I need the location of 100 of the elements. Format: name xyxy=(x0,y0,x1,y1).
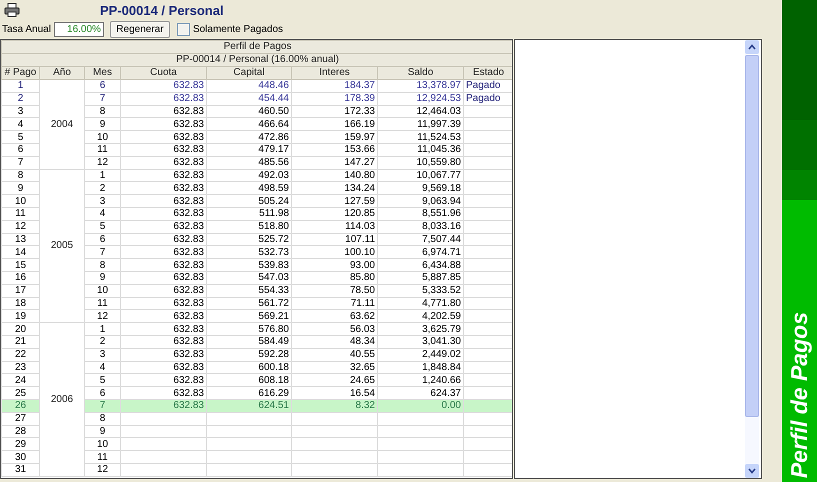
table-cell: 554.33 xyxy=(206,284,292,298)
table-cell: 12,924.53 xyxy=(378,92,464,106)
year-cell: 2005 xyxy=(40,169,84,323)
table-cell: 71.11 xyxy=(292,297,378,310)
table-cell: 8,033.16 xyxy=(378,220,464,234)
table-cell: 632.83 xyxy=(120,233,206,246)
column-header: Cuota xyxy=(120,66,206,80)
regenerate-button[interactable]: Regenerar xyxy=(110,20,170,38)
table-cell: 632.83 xyxy=(120,143,206,156)
table-cell: 6 xyxy=(84,233,120,246)
table-cell: 13 xyxy=(2,233,40,246)
table-cell: 608.18 xyxy=(206,374,292,387)
table-cell: 30 xyxy=(2,450,40,464)
table-cell: 100.10 xyxy=(292,246,378,259)
scroll-down-icon[interactable] xyxy=(745,464,759,478)
table-cell: 547.03 xyxy=(206,271,292,284)
scrollbar[interactable] xyxy=(745,40,759,478)
table-cell: 178.39 xyxy=(292,92,378,106)
table-cell: 2 xyxy=(84,335,120,348)
table-cell: 632.83 xyxy=(120,374,206,387)
table-cell: 11 xyxy=(2,207,40,220)
table-cell: 454.44 xyxy=(206,92,292,106)
table-cell: 166.19 xyxy=(292,118,378,131)
table-cell: 9 xyxy=(84,425,120,438)
table-cell: 12 xyxy=(84,156,120,170)
rate-field[interactable]: 16.00% xyxy=(54,22,104,36)
table-cell: 5 xyxy=(84,374,120,387)
table-cell: 11,045.36 xyxy=(378,143,464,156)
table-cell: 2,449.02 xyxy=(378,348,464,362)
table-cell: 17 xyxy=(2,284,40,298)
table-cell: 9,569.18 xyxy=(378,182,464,195)
table-cell: 9 xyxy=(84,118,120,131)
table-cell: 56.03 xyxy=(292,322,378,336)
table-title: Perfil de Pagos xyxy=(2,40,512,54)
table-cell: 25 xyxy=(2,386,40,400)
table-cell: 632.83 xyxy=(120,271,206,284)
table-cell: 561.72 xyxy=(206,297,292,310)
table-cell: 3 xyxy=(84,194,120,208)
table-cell: 466.64 xyxy=(206,118,292,131)
table-cell: 479.17 xyxy=(206,143,292,156)
table-cell: 5,887.85 xyxy=(378,271,464,284)
table-cell: 12 xyxy=(2,220,40,234)
table-cell: 140.80 xyxy=(292,169,378,182)
checkbox[interactable] xyxy=(176,22,190,36)
table-cell: 632.83 xyxy=(120,182,206,195)
table-cell: 1,240.66 xyxy=(378,374,464,387)
table-cell: 10 xyxy=(2,194,40,208)
table-cell: 16.54 xyxy=(292,386,378,400)
table-cell: 632.83 xyxy=(120,361,206,374)
table-cell: 632.83 xyxy=(120,207,206,220)
table-cell: 48.34 xyxy=(292,335,378,348)
table-cell: 6 xyxy=(84,80,120,92)
column-header: # Pago xyxy=(2,66,40,80)
table-cell: 4,202.59 xyxy=(378,310,464,323)
table-cell: 632.83 xyxy=(120,80,206,92)
scroll-up-icon[interactable] xyxy=(745,40,759,54)
table-cell: 107.11 xyxy=(292,233,378,246)
table-cell: 3 xyxy=(2,105,40,118)
year-cell: 2004 xyxy=(40,80,84,170)
table-cell: 632.83 xyxy=(120,258,206,272)
table-cell: 11,997.39 xyxy=(378,118,464,131)
table-cell: 28 xyxy=(2,425,40,438)
table-cell: 632.83 xyxy=(120,246,206,259)
table-cell: 32.65 xyxy=(292,361,378,374)
page-title: PP-00014 / Personal xyxy=(100,2,224,18)
table-cell: 127.59 xyxy=(292,194,378,208)
table-cell: 9 xyxy=(2,182,40,195)
table-cell: 584.49 xyxy=(206,335,292,348)
table-cell: 31 xyxy=(2,463,40,476)
table-cell: 8,551.96 xyxy=(378,207,464,220)
table-cell: 16 xyxy=(2,271,40,284)
table-cell: 9,063.94 xyxy=(378,194,464,208)
scrollbar-thumb[interactable] xyxy=(745,55,759,417)
table-cell: 4 xyxy=(2,118,40,131)
table-cell: 592.28 xyxy=(206,348,292,362)
table-cell: 0.00 xyxy=(378,399,464,412)
table-cell: 11 xyxy=(84,450,120,464)
year-cell: 2006 xyxy=(40,322,84,476)
table-cell: 632.83 xyxy=(120,156,206,170)
banner-title: Perfil de Pagos xyxy=(786,312,813,478)
table-cell: 448.46 xyxy=(206,80,292,92)
table-cell: 10,559.80 xyxy=(378,156,464,170)
table-cell: 10,067.77 xyxy=(378,169,464,182)
table-cell: 632.83 xyxy=(120,310,206,323)
table-cell: 12 xyxy=(84,310,120,323)
table-cell: 6 xyxy=(2,143,40,156)
table-cell: 5 xyxy=(2,130,40,144)
table-cell: 184.37 xyxy=(292,80,378,92)
table-cell: 1 xyxy=(2,80,40,92)
table-cell: 472.86 xyxy=(206,130,292,144)
table-cell: 172.33 xyxy=(292,105,378,118)
table-cell: 12 xyxy=(84,463,120,476)
printer-icon[interactable] xyxy=(4,3,20,17)
table-cell: 9 xyxy=(84,271,120,284)
table-cell: 24.65 xyxy=(292,374,378,387)
table-cell: 12,464.03 xyxy=(378,105,464,118)
table-cell: 511.98 xyxy=(206,207,292,220)
table-cell: 24 xyxy=(2,374,40,387)
rate-label: Tasa Anual xyxy=(2,24,51,34)
table-cell: 632.83 xyxy=(120,169,206,182)
